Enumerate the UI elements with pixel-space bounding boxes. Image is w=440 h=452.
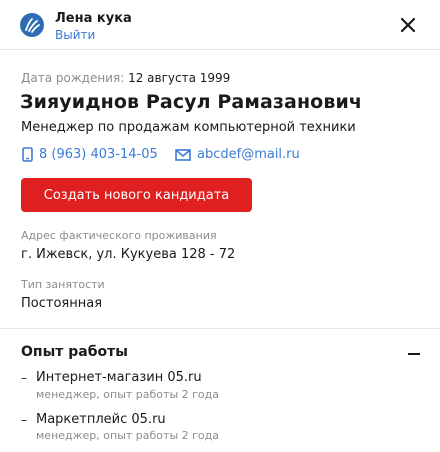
job-company: Интернет-магазин 05.ru — [36, 370, 202, 385]
email-link[interactable]: abcdef@mail.ru — [175, 147, 300, 162]
user-name: Лена кука — [55, 11, 132, 26]
phone-icon — [22, 147, 33, 162]
logout-link[interactable]: Выйти — [55, 28, 95, 42]
employment-type-label: Тип занятости — [21, 278, 105, 291]
address-value: г. Ижевск, ул. Кукуева 128 - 72 — [21, 247, 236, 262]
job-meta: менеджер, опыт работы 2 года — [36, 388, 219, 401]
create-candidate-button[interactable]: Создать нового кандидата — [21, 178, 252, 212]
job-company: Маркетплейс 05.ru — [36, 412, 166, 427]
birth-date-label: Дата рождения: — [21, 71, 125, 85]
candidate-full-name: Зияуиднов Расул Рамазанович — [20, 91, 363, 113]
panel-header: Лена кука Выйти — [0, 0, 440, 50]
hand-wave-logo-icon — [20, 13, 44, 37]
close-icon[interactable] — [399, 16, 417, 34]
job-meta: менеджер, опыт работы 2 года — [36, 429, 219, 442]
employment-type-value: Постоянная — [21, 296, 103, 311]
candidate-position: Менеджер по продажам компьютерной техник… — [21, 120, 356, 135]
email-address: abcdef@mail.ru — [197, 147, 300, 162]
phone-link[interactable]: 8 (963) 403-14-05 — [22, 147, 158, 162]
list-bullet: – — [21, 413, 27, 427]
birth-date-value: 12 августа 1999 — [128, 71, 231, 85]
envelope-icon — [175, 148, 191, 161]
section-divider — [0, 328, 440, 329]
phone-number: 8 (963) 403-14-05 — [39, 147, 158, 162]
minus-icon[interactable] — [408, 346, 422, 360]
birth-date-row: Дата рождения: 12 августа 1999 — [21, 71, 230, 85]
list-bullet: – — [21, 371, 27, 385]
experience-section-title: Опыт работы — [21, 344, 128, 360]
address-label: Адрес фактического проживания — [21, 229, 217, 242]
